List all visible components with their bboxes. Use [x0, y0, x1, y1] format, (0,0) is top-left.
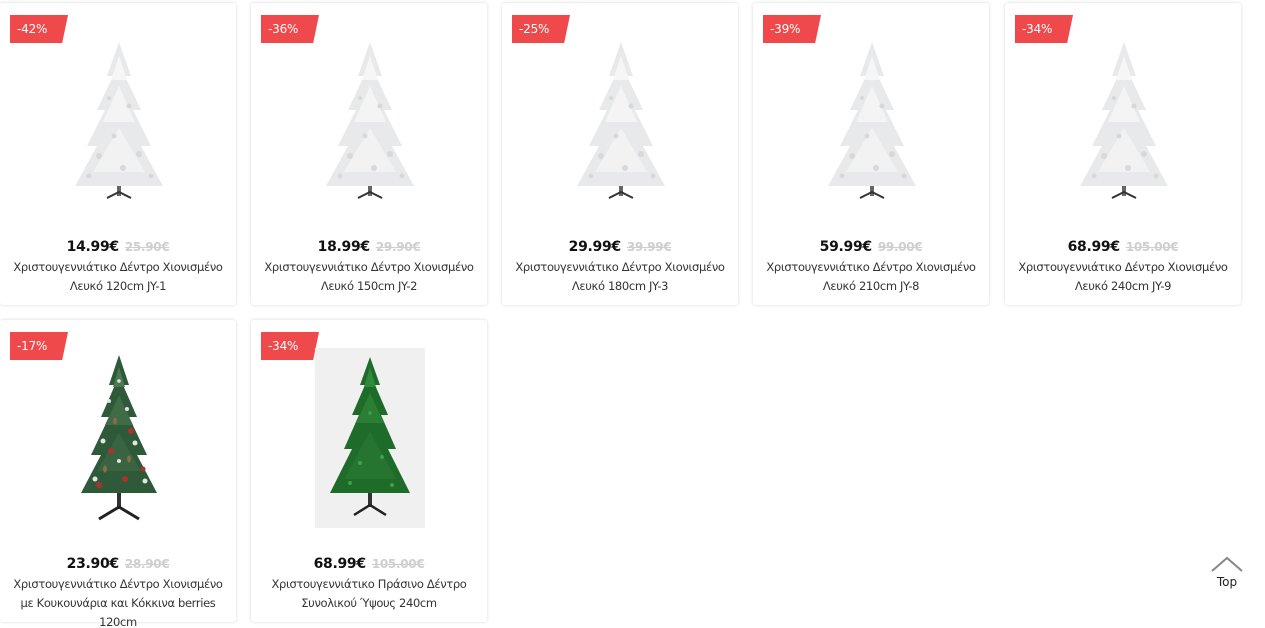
- product-title[interactable]: Χριστουγεννιάτικο Δέντρο Χιονισμένο Λευκ…: [257, 258, 481, 296]
- price-row: 68.99€ 105.00€: [251, 553, 487, 572]
- old-price: 105.00€: [371, 557, 425, 571]
- price-row: 14.99€ 25.90€: [0, 236, 236, 255]
- white-christmas-tree-icon: [828, 42, 916, 199]
- current-price: 59.99€: [819, 239, 873, 255]
- product-title[interactable]: Χριστουγεννιάτικο Πράσινο Δέντρο Συνολικ…: [257, 575, 481, 613]
- back-to-top-label: Top: [1216, 575, 1238, 589]
- old-price: 105.00€: [1125, 240, 1179, 254]
- white-christmas-tree-icon: [75, 42, 163, 199]
- current-price: 14.99€: [66, 239, 120, 255]
- product-card[interactable]: -25% 29.99€ 39.99€ Χριστουγεννιάτικο Δέντ…: [502, 3, 738, 305]
- current-price: 18.99€: [317, 239, 371, 255]
- price-row: 23.90€ 28.90€: [0, 553, 236, 572]
- product-title[interactable]: Χριστουγεννιάτικο Δέντρο Χιονισμένο Λευκ…: [6, 258, 230, 296]
- price-row: 18.99€ 29.90€: [251, 236, 487, 255]
- chevron-up-icon: [1211, 556, 1243, 572]
- price-row: 68.99€ 105.00€: [1005, 236, 1241, 255]
- white-christmas-tree-icon: [1080, 42, 1168, 199]
- product-card[interactable]: -34% 68.99€ 105.00€ Χριστουγεννιάτικο Δέν…: [1005, 3, 1241, 305]
- current-price: 68.99€: [313, 556, 367, 572]
- old-price: 28.90€: [124, 557, 170, 571]
- product-card[interactable]: -17% 23.90€ 28.90€ Χριστουγεννιάτικο Δέν…: [0, 320, 236, 628]
- old-price: 99.00€: [877, 240, 923, 254]
- product-image[interactable]: [315, 348, 425, 528]
- product-image[interactable]: [533, 31, 709, 211]
- price-row: 29.99€ 39.99€: [502, 236, 738, 255]
- product-image[interactable]: [1036, 31, 1212, 211]
- product-card[interactable]: -34% 68.99€ 105.00€ Χριστουγεννιάτικο Πρά…: [251, 320, 487, 622]
- product-title[interactable]: Χριστουγεννιάτικο Δέντρο Χιονισμένο Λευκ…: [759, 258, 983, 296]
- old-price: 29.90€: [375, 240, 421, 254]
- current-price: 23.90€: [66, 556, 120, 572]
- product-card[interactable]: -36% 18.99€ 29.90€ Χριστουγεννιάτικο Δέντ…: [251, 3, 487, 305]
- current-price: 68.99€: [1067, 239, 1121, 255]
- product-title[interactable]: Χριστουγεννιάτικο Δέντρο Χιονισμένο Λευκ…: [508, 258, 732, 296]
- product-grid: -42% 14.99€ 25.90€ Χριστουγεννιάτικο Δέντ…: [0, 0, 1265, 628]
- product-title[interactable]: Χριστουγεννιάτικο Δέντρο Χιονισμένο Λευκ…: [1011, 258, 1235, 296]
- back-to-top-button[interactable]: Top: [1205, 555, 1249, 601]
- product-card[interactable]: -39% 59.99€ 99.00€ Χριστουγεννιάτικο Δέντ…: [753, 3, 989, 305]
- discount-badge: -34%: [261, 332, 319, 360]
- product-card[interactable]: -42% 14.99€ 25.90€ Χριστουγεννιάτικο Δέντ…: [0, 3, 236, 305]
- old-price: 25.90€: [124, 240, 170, 254]
- price-row: 59.99€ 99.00€: [753, 236, 989, 255]
- green-christmas-tree-icon: [330, 357, 410, 517]
- product-title[interactable]: Χριστουγεννιάτικο Δέντρο Χιονισμένο με Κ…: [6, 575, 230, 628]
- white-christmas-tree-icon: [326, 42, 414, 199]
- product-image[interactable]: [31, 348, 207, 528]
- white-christmas-tree-icon: [577, 42, 665, 199]
- current-price: 29.99€: [568, 239, 622, 255]
- pinecone-berries-tree-icon: [81, 354, 157, 520]
- product-image[interactable]: [31, 31, 207, 211]
- product-image[interactable]: [784, 31, 960, 211]
- old-price: 39.99€: [626, 240, 672, 254]
- product-image[interactable]: [282, 31, 458, 211]
